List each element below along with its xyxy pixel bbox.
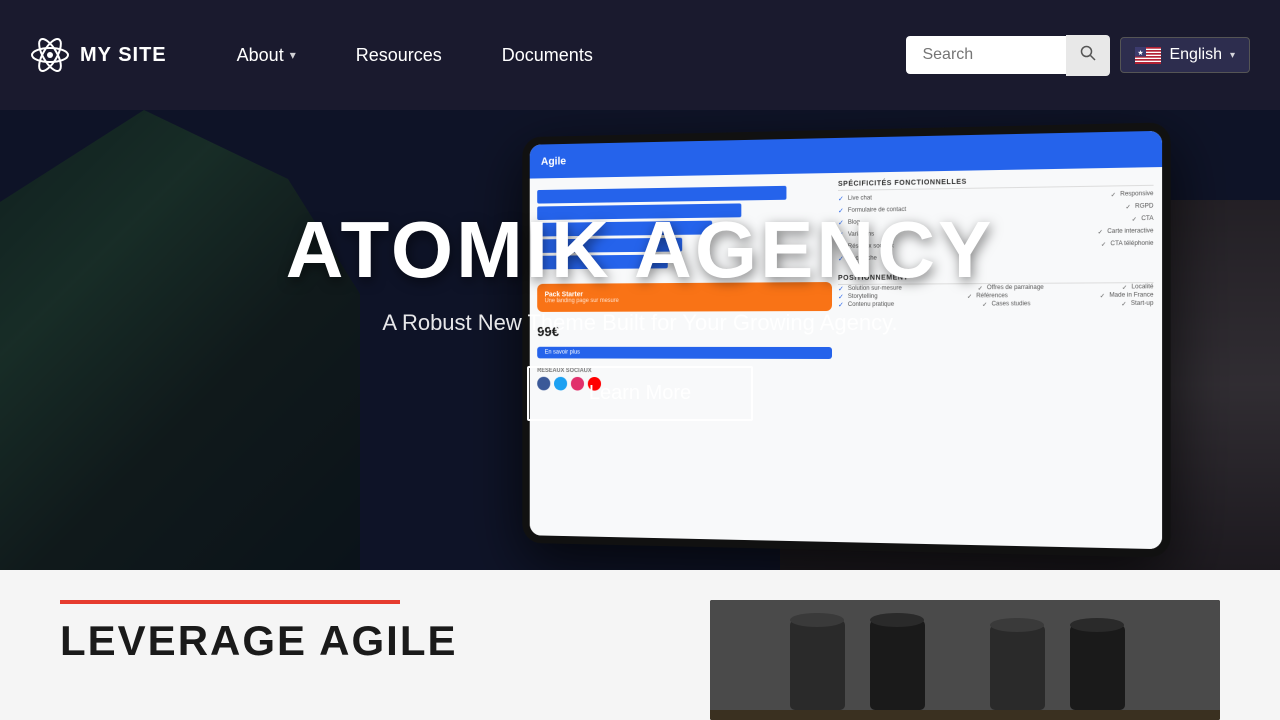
language-chevron-icon: ▾ [1230,50,1235,61]
svg-text:★: ★ [1138,49,1144,57]
hero-title: ATOMIK AGENCY [286,210,995,290]
nav-item-resources[interactable]: Resources [326,35,472,76]
nav-item-about[interactable]: About ▾ [207,35,326,76]
about-chevron-icon: ▾ [290,48,296,62]
hero-subtitle: A Robust New Theme Built for Your Growin… [286,310,995,336]
accent-line [60,600,400,604]
site-logo[interactable]: MY SITE [30,35,167,75]
below-title: LEVERAGE AGILE [60,620,630,662]
tablet-feature-row: ✓Live chat✓Responsive [838,190,1154,203]
logo-text: MY SITE [80,44,167,67]
nav-item-documents[interactable]: Documents [472,35,623,76]
search-icon [1080,45,1096,61]
hero-content: ATOMIK AGENCY A Robust New Theme Built f… [246,210,1035,421]
navbar: MY SITE About ▾ Resources Documents [0,0,1280,110]
search-button[interactable] [1066,35,1110,76]
tablet-features-title: SPÉCIFICITÉS FONCTIONNELLES [838,175,1154,190]
language-label: English [1169,46,1221,64]
learn-more-button[interactable]: Learn More [527,366,753,421]
search-input[interactable] [906,36,1066,74]
nav-links: About ▾ Resources Documents [207,35,907,76]
tablet-header-text: Agile [541,155,566,167]
flag-icon: ★ [1135,47,1161,64]
atom-icon [30,35,70,75]
below-hero-left: LEVERAGE AGILE [60,600,670,662]
nav-right: ★ English ▾ [906,35,1250,76]
below-hero-illustration [710,600,1220,720]
language-selector[interactable]: ★ English ▾ [1120,37,1250,73]
below-hero-image [710,600,1220,720]
below-hero-section: LEVERAGE AGILE [0,570,1280,720]
